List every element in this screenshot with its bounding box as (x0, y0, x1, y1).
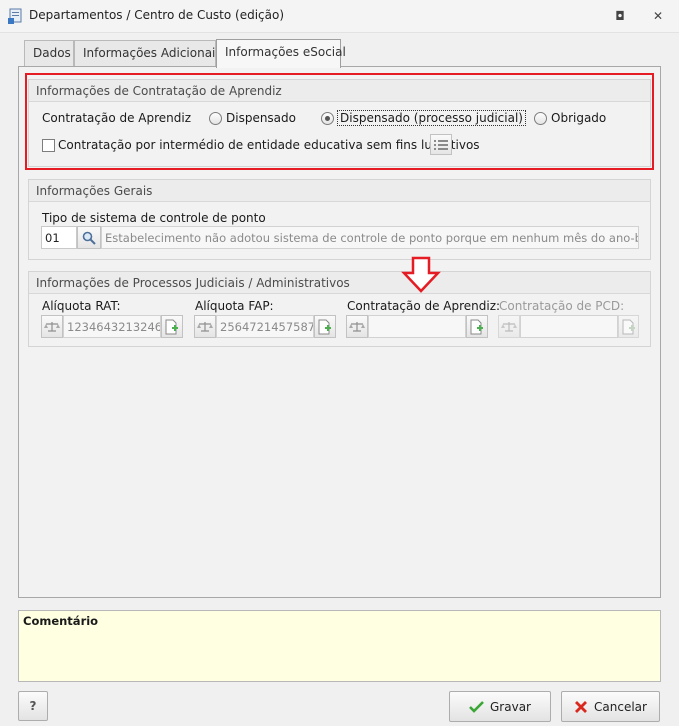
window-title: Departamentos / Centro de Custo (edição) (29, 8, 285, 22)
fap-scale-button[interactable] (194, 315, 216, 338)
radio-dispensado-processo-judicial-label[interactable]: Dispensado (processo judicial) (337, 110, 526, 126)
radio-obrigado[interactable] (534, 112, 547, 125)
cancel-x-icon (575, 700, 588, 713)
tab-dados[interactable]: Dados (24, 40, 74, 66)
restore-icon: ◘ (615, 9, 625, 23)
arrow-down-annotation-icon (401, 256, 441, 293)
close-window-button[interactable]: ✕ (649, 7, 667, 25)
restore-window-button[interactable]: ◘ (611, 7, 629, 25)
radio-dispensado-processo-judicial[interactable] (321, 112, 334, 125)
rat-label: Alíquota RAT: (42, 299, 121, 313)
fap-add-document-button[interactable] (314, 315, 336, 338)
check-icon (469, 701, 484, 713)
comment-textarea[interactable]: Comentário (18, 610, 661, 682)
tab-label: Dados (33, 46, 71, 60)
tab-informacoes-esocial[interactable]: Informações eSocial (216, 39, 346, 68)
pcd-input (520, 315, 618, 338)
rat-scale-button[interactable] (41, 315, 63, 338)
add-document-icon (318, 319, 331, 334)
pcd-label: Contratação de PCD: (499, 299, 625, 313)
fap-input[interactable]: 2564721457587 (216, 315, 314, 338)
aprendiz-field-label: Contratação de Aprendiz (42, 111, 192, 125)
radio-dispensado-label[interactable]: Dispensado (226, 111, 296, 125)
list-icon (434, 139, 448, 150)
app-window-icon (8, 8, 24, 24)
tab-informacoes-adicionais[interactable]: Informações Adicionais (74, 40, 222, 66)
help-button[interactable]: ? (18, 691, 48, 721)
pcd-scale-button (498, 315, 520, 338)
ponto-search-button[interactable] (77, 226, 101, 249)
comment-label: Comentário (23, 614, 99, 628)
scale-icon (197, 321, 213, 332)
pcd-add-document-button (618, 315, 639, 338)
radio-obrigado-label[interactable]: Obrigado (551, 111, 606, 125)
aprendiz-scale-button[interactable] (346, 315, 368, 338)
aprendiz-processo-label: Contratação de Aprendiz: (347, 299, 501, 313)
cancel-button[interactable]: Cancelar (561, 691, 660, 722)
ponto-code-input[interactable]: 01 (41, 226, 77, 249)
scale-icon (44, 321, 60, 332)
save-button[interactable]: Gravar (449, 691, 551, 722)
add-document-icon (165, 319, 178, 334)
tab-panel-esocial: Informações de Contratação de Aprendiz C… (18, 66, 661, 598)
fap-label: Alíquota FAP: (195, 299, 274, 313)
add-document-icon (622, 319, 635, 334)
gerais-group: Informações Gerais Tipo de sistema de co… (28, 179, 651, 260)
scale-icon (501, 321, 517, 332)
group-title: Informações de Processos Judiciais / Adm… (29, 272, 650, 294)
rat-input[interactable]: 1234643213246546 (63, 315, 161, 338)
processos-group: Informações de Processos Judiciais / Adm… (28, 256, 651, 347)
entidade-list-button[interactable] (430, 134, 452, 155)
tab-label: Informações Adicionais (83, 46, 222, 60)
save-label: Gravar (490, 699, 531, 714)
cancel-label: Cancelar (594, 699, 647, 714)
tab-label: Informações eSocial (225, 45, 346, 59)
aprendiz-add-document-button[interactable] (466, 315, 488, 338)
entidade-educativa-label[interactable]: Contratação por intermédio de entidade e… (58, 138, 480, 152)
ponto-description-field: Estabelecimento não adotou sistema de co… (101, 226, 639, 249)
group-title: Informações de Contratação de Aprendiz (29, 80, 650, 102)
add-document-icon (470, 319, 483, 334)
help-icon: ? (29, 699, 37, 713)
ponto-label: Tipo de sistema de controle de ponto (42, 211, 266, 225)
title-bar: Departamentos / Centro de Custo (edição)… (0, 0, 679, 33)
scale-icon (349, 321, 365, 332)
group-title: Informações Gerais (29, 180, 650, 202)
aprendiz-processo-input[interactable] (368, 315, 466, 338)
radio-dispensado[interactable] (209, 112, 222, 125)
rat-add-document-button[interactable] (161, 315, 183, 338)
close-icon: ✕ (652, 9, 664, 23)
entidade-educativa-checkbox[interactable] (42, 139, 55, 152)
search-icon (82, 231, 96, 245)
aprendiz-group: Informações de Contratação de Aprendiz C… (28, 79, 651, 167)
